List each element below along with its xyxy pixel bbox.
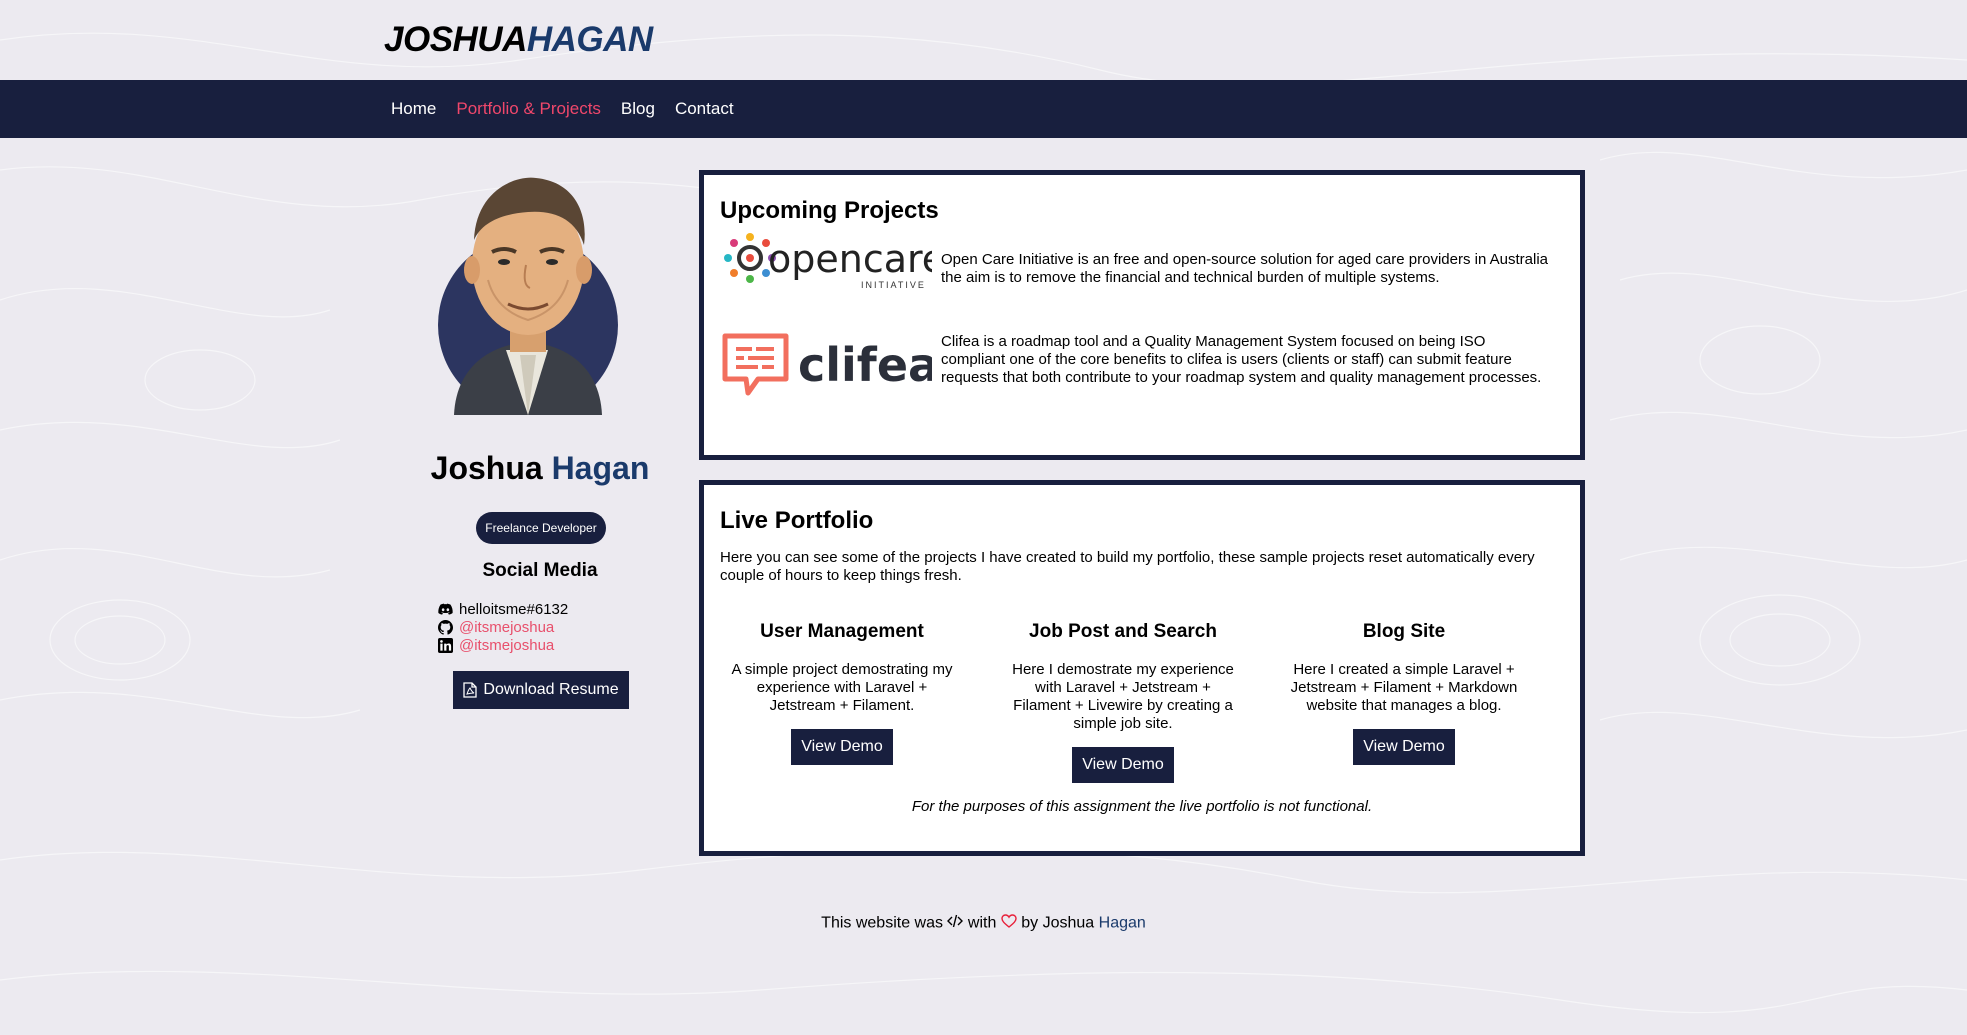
- role-badge: Freelance Developer: [476, 512, 606, 544]
- footer-name: Hagan: [1098, 914, 1146, 932]
- social-github[interactable]: @itsmejoshua: [437, 618, 568, 636]
- view-demo-button[interactable]: View Demo: [1072, 747, 1174, 783]
- portfolio-disclaimer: For the purposes of this assignment the …: [911, 798, 1373, 815]
- profile-first-name: Joshua: [430, 450, 543, 486]
- upcoming-projects-title: Upcoming Projects: [720, 197, 939, 224]
- download-resume-button[interactable]: Download Resume: [453, 671, 629, 709]
- footer-by: by Joshua: [1021, 914, 1095, 932]
- upcoming-projects-card: Upcoming Projects opencare INITIATIVE Op…: [699, 170, 1585, 460]
- github-link[interactable]: @itsmejoshua: [459, 619, 554, 636]
- footer: This website was with by Joshua Hagan: [0, 914, 1967, 933]
- social-linkedin[interactable]: @itsmejoshua: [437, 636, 568, 654]
- social-list: helloitsme#6132 @itsmejoshua @itsmejoshu…: [437, 600, 568, 654]
- heart-icon: [1001, 914, 1017, 933]
- view-demo-button[interactable]: View Demo: [791, 729, 893, 765]
- site-logo[interactable]: JOSHUAHAGAN: [384, 20, 653, 60]
- pdf-file-icon: [463, 682, 478, 698]
- download-resume-label: Download Resume: [483, 681, 619, 698]
- opencare-word: opencare: [768, 237, 932, 281]
- discord-icon: [437, 601, 453, 617]
- linkedin-link[interactable]: @itsmejoshua: [459, 637, 554, 654]
- live-portfolio-card: Live Portfolio Here you can see some of …: [699, 480, 1585, 856]
- linkedin-icon: [437, 637, 453, 653]
- footer-with: with: [967, 914, 997, 932]
- nav-portfolio-projects[interactable]: Portfolio & Projects: [456, 99, 601, 119]
- clifea-description: Clifea is a roadmap tool and a Quality M…: [941, 333, 1542, 386]
- brand-first: JOSHUA: [384, 20, 527, 59]
- demo-description: Here I demostrate my experience with Lar…: [1012, 661, 1234, 732]
- demo-job-post-search: Job Post and Search Here I demostrate my…: [1003, 621, 1243, 783]
- demo-user-management: User Management A simple project demostr…: [722, 621, 962, 765]
- profile-last-name: Hagan: [551, 450, 650, 486]
- demo-blog-site: Blog Site Here I created a simple Larave…: [1284, 621, 1524, 765]
- opencare-sub: INITIATIVE: [861, 280, 926, 290]
- social-discord: helloitsme#6132: [437, 600, 568, 618]
- view-demo-button[interactable]: View Demo: [1353, 729, 1455, 765]
- main-nav: Home Portfolio & Projects Blog Contact: [0, 80, 1967, 138]
- live-portfolio-intro: Here you can see some of the projects I …: [720, 549, 1535, 584]
- social-media-heading: Social Media: [482, 560, 598, 581]
- demo-description: A simple project demostrating my experie…: [731, 661, 953, 714]
- demo-title: Job Post and Search: [1029, 621, 1217, 642]
- profile-name: Joshua Hagan: [420, 450, 660, 487]
- brand-last: HAGAN: [526, 20, 653, 59]
- page: JOSHUAHAGAN Home Portfolio & Projects Bl…: [0, 0, 1967, 1035]
- discord-handle: helloitsme#6132: [459, 600, 569, 618]
- opencare-description: Open Care Initiative is an free and open…: [941, 251, 1549, 286]
- demo-title: User Management: [760, 621, 924, 642]
- demo-description: Here I created a simple Laravel + Jetstr…: [1290, 661, 1518, 714]
- github-icon: [437, 619, 453, 635]
- footer-prefix: This website was: [821, 914, 943, 932]
- clifea-word: clifea: [798, 338, 932, 392]
- clifea-logo: clifea: [722, 333, 939, 399]
- nav-home[interactable]: Home: [391, 99, 436, 119]
- opencare-logo: opencare INITIATIVE: [722, 233, 945, 291]
- demo-title: Blog Site: [1362, 621, 1446, 642]
- avatar: [438, 177, 618, 415]
- code-icon: [947, 914, 964, 933]
- nav-blog[interactable]: Blog: [621, 99, 655, 119]
- live-portfolio-title: Live Portfolio: [720, 507, 874, 534]
- nav-contact[interactable]: Contact: [675, 99, 734, 119]
